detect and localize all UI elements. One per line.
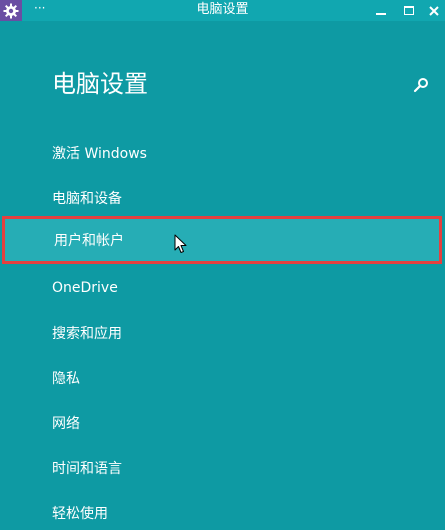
page-title: 电脑设置: [52, 70, 148, 98]
close-icon: [429, 5, 439, 16]
nav-item-label: 电脑和设备: [52, 190, 122, 207]
nav-item-label: 网络: [52, 415, 80, 432]
search-button[interactable]: [413, 77, 429, 93]
mouse-pointer-icon: [174, 234, 187, 253]
maximize-icon: [404, 6, 414, 15]
nav-item-label: 轻松使用: [52, 505, 108, 522]
nav-item-onedrive[interactable]: OneDrive: [0, 265, 445, 310]
nav-item-accounts[interactable]: 用户和帐户: [2, 216, 442, 264]
minimize-button[interactable]: [368, 0, 394, 21]
nav-item-label: OneDrive: [52, 279, 118, 296]
nav-item-label: 时间和语言: [52, 460, 122, 477]
title-bar[interactable]: ··· 电脑设置: [0, 0, 445, 21]
maximize-button[interactable]: [396, 0, 422, 21]
nav-item-network[interactable]: 网络: [0, 400, 445, 445]
nav-item-ease-of-access[interactable]: 轻松使用: [0, 490, 445, 530]
nav-item-label: 搜索和应用: [52, 325, 122, 342]
nav-item-label: 隐私: [52, 370, 80, 387]
nav-item-label: 激活 Windows: [52, 145, 147, 162]
minimize-icon: [376, 12, 386, 15]
nav-item-privacy[interactable]: 隐私: [0, 355, 445, 400]
nav-item-search-and-apps[interactable]: 搜索和应用: [0, 310, 445, 355]
close-button[interactable]: [421, 0, 445, 21]
nav-item-activate-windows[interactable]: 激活 Windows: [0, 130, 445, 175]
nav-item-label: 用户和帐户: [54, 233, 124, 249]
nav-item-pc-and-devices[interactable]: 电脑和设备: [0, 175, 445, 220]
search-icon: [413, 78, 428, 93]
settings-window: ··· 电脑设置 电脑设置 激活 Windows 电脑和设备 用户和帐户 One…: [0, 0, 445, 530]
nav-item-time-and-language[interactable]: 时间和语言: [0, 445, 445, 490]
